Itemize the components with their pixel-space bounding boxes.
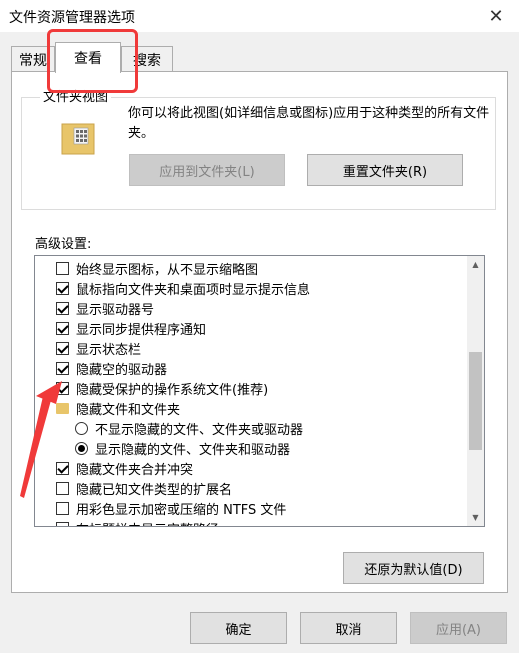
- annotation-highlight-box: [47, 29, 138, 93]
- annotation-arrow-icon: [20, 381, 62, 498]
